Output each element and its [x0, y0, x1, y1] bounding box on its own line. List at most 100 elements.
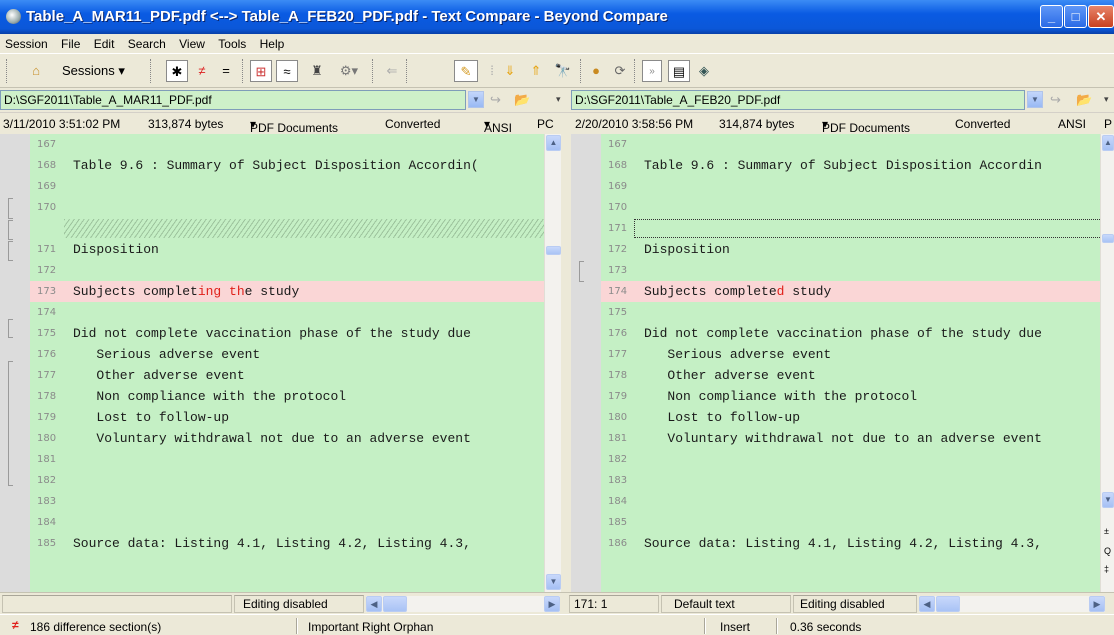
maximize-button[interactable]: □: [1064, 5, 1087, 28]
right-open-dropdown[interactable]: ▾: [1104, 94, 1109, 105]
left-scroll-thumb[interactable]: [546, 246, 561, 255]
right-line-row[interactable]: 180 Lost to follow-up: [571, 407, 1100, 428]
right-line-row[interactable]: 182: [571, 449, 1100, 470]
right-line-row[interactable]: 184: [571, 491, 1100, 512]
right-line-row[interactable]: 179 Non compliance with the protocol: [571, 386, 1100, 407]
scroll-icon[interactable]: »: [642, 60, 662, 82]
collapse-icon[interactable]: ‡: [1104, 564, 1109, 574]
right-line-row[interactable]: 181 Voluntary withdrawal not due to an a…: [571, 428, 1100, 449]
right-line-row[interactable]: 176 Did not complete vaccination phase of…: [571, 323, 1100, 344]
right-line-row[interactable]: 183: [571, 470, 1100, 491]
rules-icon[interactable]: ♜: [306, 60, 328, 82]
menu-file[interactable]: File: [56, 34, 85, 51]
show-differences-icon[interactable]: ≠: [192, 60, 212, 82]
reload-icon[interactable]: ⟳: [610, 60, 630, 82]
right-line-row[interactable]: 174 Subjects completed study: [571, 281, 1100, 302]
find-icon[interactable]: 🔭: [552, 60, 574, 82]
minimize-button[interactable]: _: [1040, 5, 1063, 28]
left-open-folder-icon[interactable]: 📂: [514, 92, 530, 108]
left-line-row[interactable]: 167: [0, 134, 544, 155]
right-line-row[interactable]: 171: [571, 218, 1100, 239]
home-icon[interactable]: ⌂: [26, 60, 46, 82]
format-icon[interactable]: ⚙▾: [334, 60, 364, 82]
left-line-row[interactable]: 179 Lost to follow-up: [0, 407, 544, 428]
right-lineend-label[interactable]: P: [1104, 117, 1112, 131]
next-difference-icon[interactable]: ⇓: [500, 60, 520, 82]
right-line-row[interactable]: 178 Other adverse event: [571, 365, 1100, 386]
left-line-row[interactable]: 174: [0, 302, 544, 323]
left-line-row[interactable]: 183: [0, 491, 544, 512]
left-line-row[interactable]: 172: [0, 260, 544, 281]
open-icon[interactable]: ◈: [694, 60, 714, 82]
left-encoding-select[interactable]: ANSI ▾: [484, 117, 512, 135]
menu-session[interactable]: Session: [0, 34, 53, 51]
right-line-row[interactable]: 185: [571, 512, 1100, 533]
right-horizontal-scrollbar[interactable]: ◀ ▶: [919, 596, 1105, 612]
left-scroll-up-button[interactable]: ▲: [546, 135, 561, 151]
line-details-icon[interactable]: Q: [1104, 546, 1111, 556]
left-path-dropdown[interactable]: ▼: [468, 91, 484, 108]
left-open-dropdown[interactable]: ▾: [556, 94, 561, 105]
left-line-row[interactable]: 180 Voluntary withdrawal not due to an a…: [0, 428, 544, 449]
right-path-dropdown[interactable]: ▼: [1027, 91, 1043, 108]
show-all-button[interactable]: ✱: [166, 60, 188, 82]
left-line-row[interactable]: 168 Table 9.6 : Summary of Subject Dispos…: [0, 155, 544, 176]
left-text-pane[interactable]: 167 168 Table 9.6 : Summary of Subject Dis…: [0, 134, 544, 592]
sessions-button[interactable]: Sessions ▾: [62, 60, 142, 82]
right-text-pane[interactable]: 167 168 Table 9.6 : Summary of Subject Dis…: [571, 134, 1100, 592]
left-line-row[interactable]: 182: [0, 470, 544, 491]
left-vertical-scrollbar[interactable]: ▲ ▼: [544, 134, 561, 592]
right-line-row[interactable]: 167: [571, 134, 1100, 155]
right-line-row[interactable]: 186 Source data: Listing 4.1, Listing 4.2…: [571, 533, 1100, 554]
right-swap-icon[interactable]: ↪: [1050, 92, 1061, 108]
right-scroll-left-button[interactable]: ◀: [919, 596, 935, 612]
right-format-select[interactable]: PDF Documents ▾: [822, 117, 910, 135]
left-scroll-down-button[interactable]: ▼: [546, 574, 561, 590]
swap-icon[interactable]: ⇐: [382, 60, 402, 82]
left-hscroll-thumb[interactable]: [383, 596, 407, 612]
left-line-row[interactable]: 169: [0, 176, 544, 197]
menu-search[interactable]: Search: [123, 34, 171, 51]
left-line-row[interactable]: 176 Serious adverse event: [0, 344, 544, 365]
close-button[interactable]: ✕: [1088, 5, 1114, 28]
right-line-row[interactable]: 173: [571, 260, 1100, 281]
copy-icon[interactable]: ⁞: [484, 60, 500, 82]
context-icon[interactable]: ⊞: [250, 60, 272, 82]
right-line-row[interactable]: 169: [571, 176, 1100, 197]
right-open-folder-icon[interactable]: 📂: [1076, 92, 1092, 108]
menu-help[interactable]: Help: [255, 34, 290, 51]
right-scroll-thumb[interactable]: [1102, 234, 1114, 243]
left-line-row[interactable]: 173 Subjects completing the study: [0, 281, 544, 302]
left-scroll-right-button[interactable]: ▶: [544, 596, 560, 612]
right-encoding-label[interactable]: ANSI: [1058, 117, 1086, 131]
left-path-field[interactable]: D:\SGF2011\Table_A_MAR11_PDF.pdf: [0, 90, 466, 110]
right-scroll-right-button[interactable]: ▶: [1089, 596, 1105, 612]
left-format-select[interactable]: PDF Documents ▾: [250, 117, 338, 135]
left-horizontal-scrollbar[interactable]: ◀ ▶: [366, 596, 560, 612]
right-scroll-down-button[interactable]: ▼: [1102, 492, 1114, 508]
menu-edit[interactable]: Edit: [89, 34, 120, 51]
left-scroll-left-button[interactable]: ◀: [366, 596, 382, 612]
ignore-unimportant-icon[interactable]: ≈: [276, 60, 298, 82]
layout-icon[interactable]: ▤: [668, 60, 690, 82]
prev-difference-icon[interactable]: ⇑: [526, 60, 546, 82]
right-line-row[interactable]: 170: [571, 197, 1100, 218]
menu-view[interactable]: View: [174, 34, 210, 51]
left-lineend-label[interactable]: PC: [537, 117, 554, 131]
refresh-icon[interactable]: ●: [586, 60, 606, 82]
menu-tools[interactable]: Tools: [213, 34, 251, 51]
right-vertical-scrollbar[interactable]: ▲ ▼ ± Q ‡: [1100, 134, 1114, 592]
right-line-row[interactable]: 177 Serious adverse event: [571, 344, 1100, 365]
left-swap-icon[interactable]: ↪: [490, 92, 501, 108]
left-line-row[interactable]: [0, 218, 544, 239]
right-line-row[interactable]: 168 Table 9.6 : Summary of Subject Dispos…: [571, 155, 1100, 176]
right-path-field[interactable]: D:\SGF2011\Table_A_FEB20_PDF.pdf: [571, 90, 1025, 110]
right-line-row[interactable]: 175: [571, 302, 1100, 323]
right-line-row[interactable]: 172 Disposition: [571, 239, 1100, 260]
left-line-row[interactable]: 171 Disposition: [0, 239, 544, 260]
left-line-row[interactable]: 178 Non compliance with the protocol: [0, 386, 544, 407]
edit-icon[interactable]: ✎: [454, 60, 478, 82]
left-line-row[interactable]: 181: [0, 449, 544, 470]
show-same-icon[interactable]: =: [216, 60, 236, 82]
left-line-row[interactable]: 185 Source data: Listing 4.1, Listing 4.2…: [0, 533, 544, 554]
